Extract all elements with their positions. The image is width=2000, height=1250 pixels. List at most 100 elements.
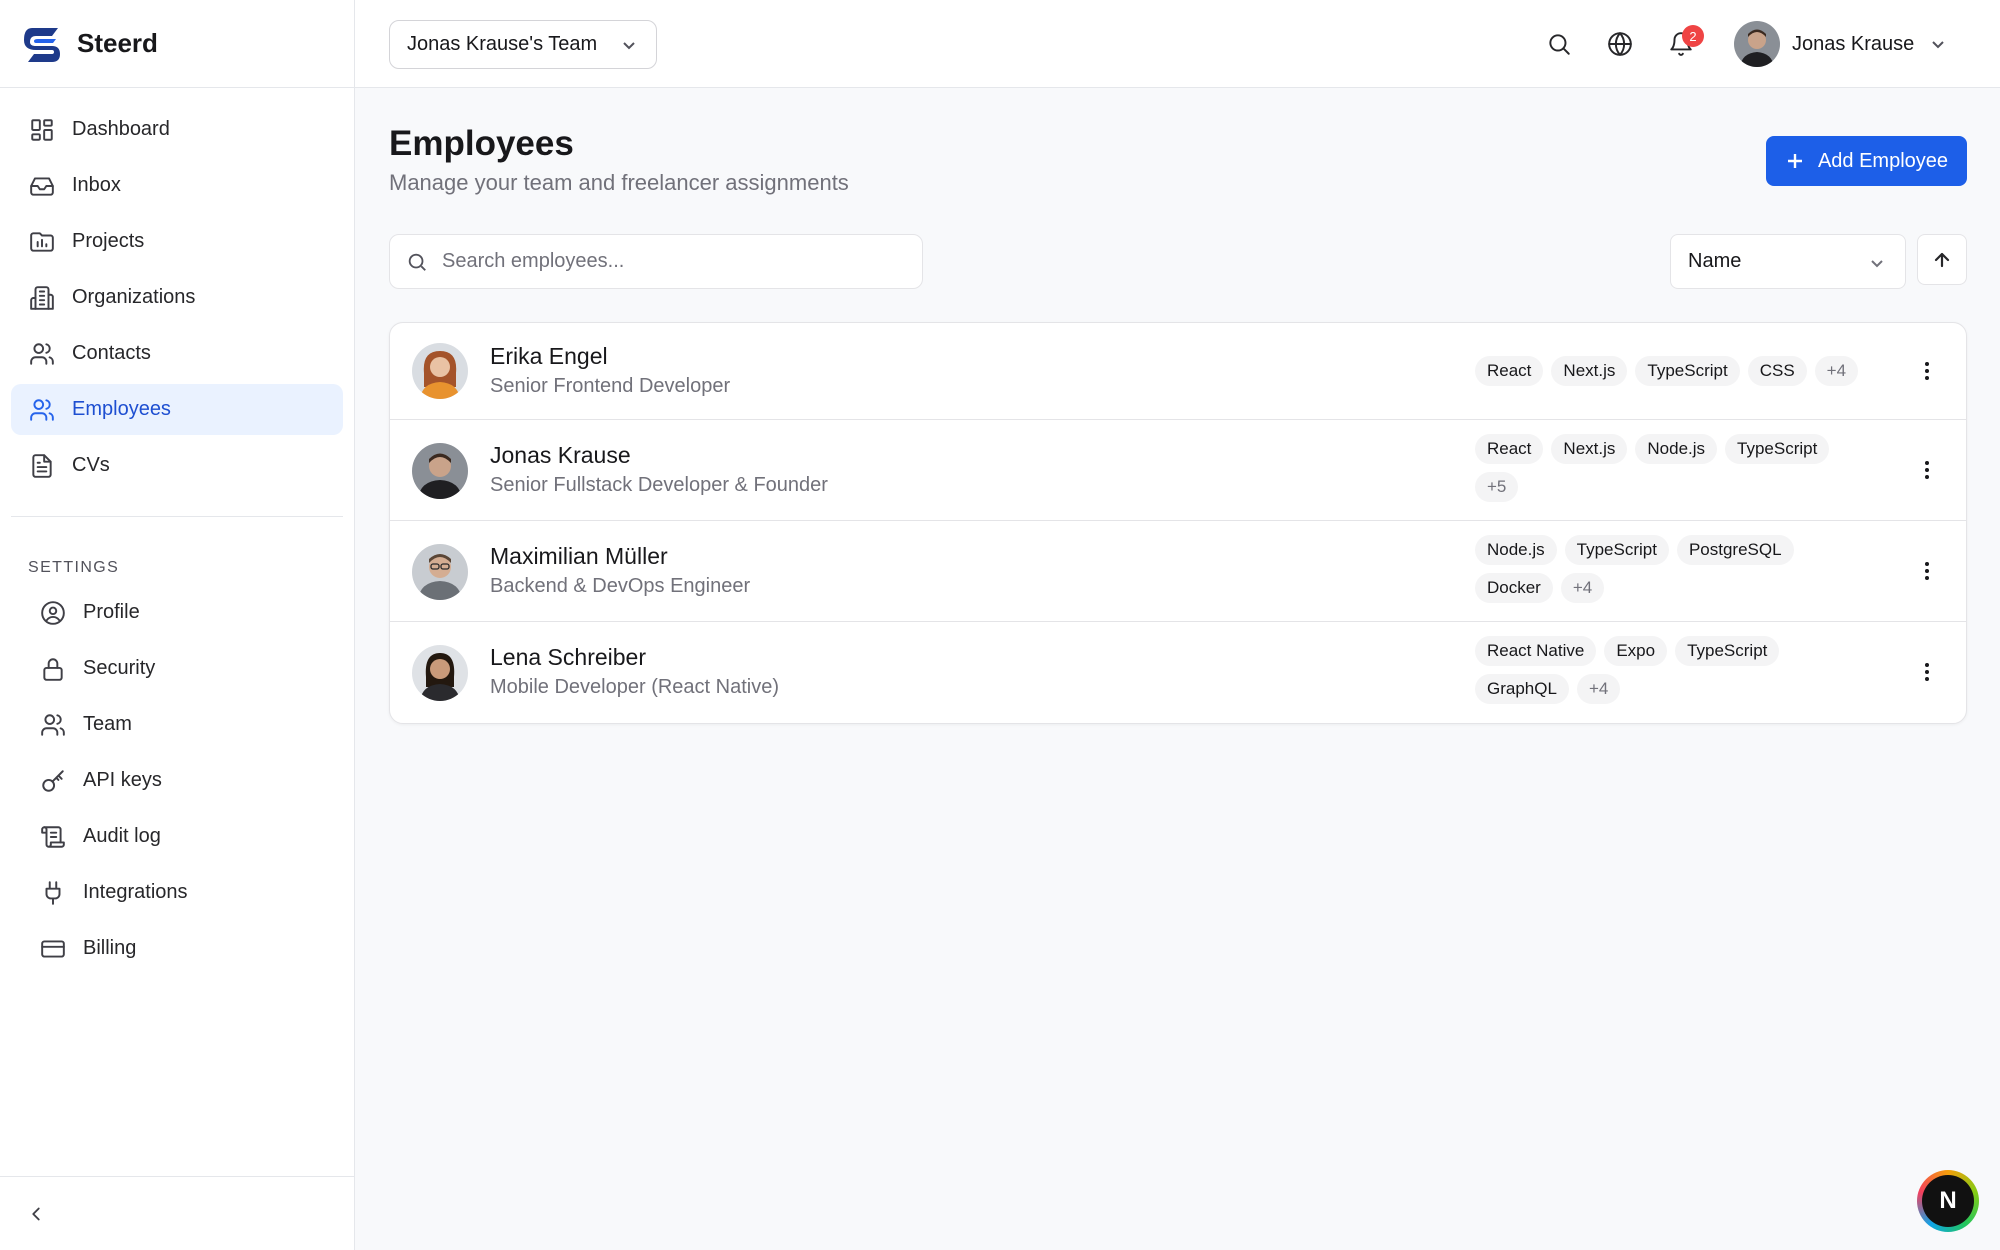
employee-row[interactable]: Erika Engel Senior Frontend Developer Re… <box>390 323 1966 420</box>
steerd-logo-icon <box>24 27 60 62</box>
skill-tags: React Next.js Node.js TypeScript +5 <box>1475 434 1875 502</box>
skill-tags: React Next.js TypeScript CSS +4 <box>1475 356 1875 386</box>
sidebar: Steerd Dashboard Inbox Projects Organiza… <box>0 0 355 1250</box>
chevron-down-icon <box>1932 41 1945 49</box>
row-actions-button[interactable] <box>1922 359 1932 383</box>
nav-label: Team <box>83 713 132 735</box>
nav-label: Employees <box>72 398 171 420</box>
topbar: Jonas Krause's Team 2 Jonas Krause <box>355 0 2000 88</box>
chevron-down-icon <box>1871 260 1883 268</box>
nav-label: Integrations <box>83 881 188 903</box>
employee-name: Lena Schreiber <box>490 644 646 670</box>
avatar <box>412 443 468 499</box>
row-actions-button[interactable] <box>1922 559 1932 583</box>
team-icon <box>40 712 66 738</box>
employee-row[interactable]: Jonas Krause Senior Fullstack Developer … <box>390 420 1966 521</box>
nav-item-profile[interactable]: Profile <box>11 587 343 638</box>
nav-label: CVs <box>72 454 110 476</box>
scroll-icon <box>40 824 66 850</box>
skill-tag: GraphQL <box>1475 674 1569 704</box>
skill-tag: Node.js <box>1635 434 1718 464</box>
dashboard-icon <box>29 117 55 143</box>
search-input[interactable] <box>440 249 880 274</box>
nav-item-contacts[interactable]: Contacts <box>11 328 343 379</box>
main-content: Employees Manage your team and freelance… <box>389 88 1967 724</box>
nav-item-projects[interactable]: Projects <box>11 216 343 267</box>
nav-item-billing[interactable]: Billing <box>11 923 343 974</box>
employee-role: Backend & DevOps Engineer <box>490 575 751 597</box>
team-switcher[interactable]: Jonas Krause's Team <box>389 20 657 69</box>
skill-tag: CSS <box>1747 356 1807 386</box>
skill-tag: Expo <box>1604 636 1668 666</box>
row-actions-button[interactable] <box>1922 660 1932 684</box>
inbox-icon <box>29 173 55 199</box>
avatar <box>412 645 468 701</box>
main-nav: Dashboard Inbox Projects Organizations C… <box>0 88 354 491</box>
team-name: Jonas Krause's Team <box>407 33 598 55</box>
user-name: Jonas Krause <box>1792 32 1915 55</box>
skill-tag: TypeScript <box>1725 434 1830 464</box>
nav-item-integrations[interactable]: Integrations <box>11 867 343 918</box>
search-button[interactable] <box>1546 31 1572 57</box>
nav-label: Projects <box>72 230 145 252</box>
employee-name: Erika Engel <box>490 343 608 369</box>
more-skills-badge: +4 <box>1576 674 1621 704</box>
employee-name: Jonas Krause <box>490 442 631 468</box>
credit-card-icon <box>40 936 66 962</box>
page-subtitle: Manage your team and freelancer assignme… <box>389 170 849 195</box>
employee-role: Mobile Developer (React Native) <box>490 676 780 698</box>
avatar <box>412 343 468 399</box>
avatar <box>412 544 468 600</box>
nav-label: API keys <box>83 769 162 791</box>
nav-item-employees[interactable]: Employees <box>11 384 343 435</box>
nav-label: Contacts <box>72 342 151 364</box>
language-button[interactable] <box>1607 31 1633 57</box>
notifications-button[interactable]: 2 <box>1668 25 1704 57</box>
employee-row[interactable]: Lena Schreiber Mobile Developer (React N… <box>390 622 1966 723</box>
sidebar-footer <box>0 1176 354 1250</box>
projects-icon <box>29 229 55 255</box>
dev-tools-badge[interactable]: N <box>1917 1170 1979 1232</box>
skill-tag: Next.js <box>1551 434 1628 464</box>
nav-label: Profile <box>83 601 140 623</box>
nav-label: Billing <box>83 937 137 959</box>
user-menu[interactable]: Jonas Krause <box>1734 21 1946 67</box>
chevron-down-icon <box>623 42 635 50</box>
key-icon <box>40 768 66 794</box>
page-title: Employees <box>389 124 574 163</box>
nav-item-cvs[interactable]: CVs <box>11 440 343 491</box>
dev-tools-letter: N <box>1922 1175 1974 1227</box>
nav-item-organizations[interactable]: Organizations <box>11 272 343 323</box>
row-actions-button[interactable] <box>1922 458 1932 482</box>
nav-item-api-keys[interactable]: API keys <box>11 755 343 806</box>
nav-item-team[interactable]: Team <box>11 699 343 750</box>
employee-row[interactable]: Maximilian Müller Backend & DevOps Engin… <box>390 521 1966 622</box>
skill-tag: React <box>1475 434 1544 464</box>
add-employee-button[interactable]: Add Employee <box>1766 136 1967 186</box>
search-icon <box>408 253 426 271</box>
settings-heading: SETTINGS <box>28 559 120 576</box>
lock-icon <box>40 656 66 682</box>
nav-item-inbox[interactable]: Inbox <box>11 160 343 211</box>
brand-name: Steerd <box>77 28 158 58</box>
nav-item-audit-log[interactable]: Audit log <box>11 811 343 862</box>
skill-tag: TypeScript <box>1564 535 1669 565</box>
arrow-up-icon <box>1934 252 1950 267</box>
add-employee-label: Add Employee <box>1817 149 1949 172</box>
contacts-icon <box>29 341 55 367</box>
skill-tag: React Native <box>1475 636 1597 666</box>
skill-tag: TypeScript <box>1675 636 1780 666</box>
plug-icon <box>40 880 66 906</box>
nav-item-dashboard[interactable]: Dashboard <box>11 104 343 155</box>
sort-field-select[interactable]: Name <box>1670 234 1906 289</box>
nav-item-security[interactable]: Security <box>11 643 343 694</box>
employee-role: Senior Fullstack Developer & Founder <box>490 474 828 496</box>
nav-label: Organizations <box>72 286 196 308</box>
nav-label: Audit log <box>83 825 161 847</box>
more-skills-badge: +5 <box>1475 472 1519 502</box>
collapse-sidebar-icon[interactable] <box>25 1203 47 1225</box>
brand[interactable]: Steerd <box>0 0 354 88</box>
document-icon <box>29 453 55 479</box>
sort-direction-button[interactable] <box>1917 234 1967 285</box>
skill-tags: Node.js TypeScript PostgreSQL Docker +4 <box>1475 535 1875 603</box>
